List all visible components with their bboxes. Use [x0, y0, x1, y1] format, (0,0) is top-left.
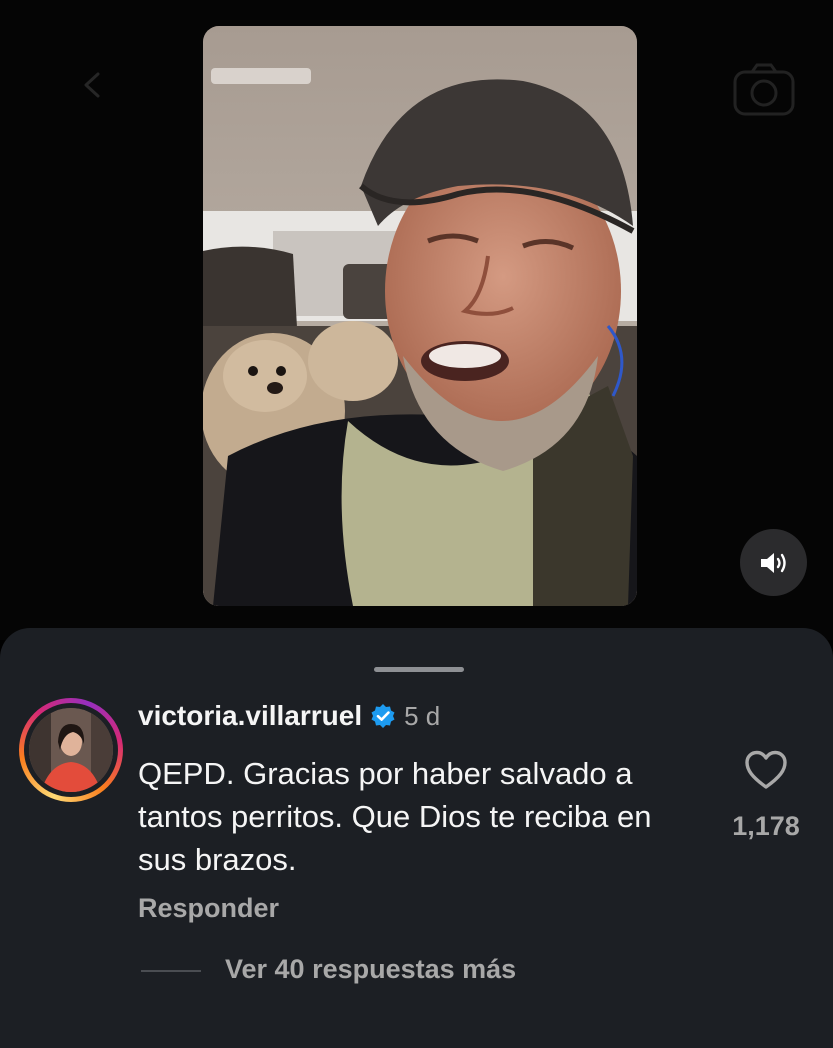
view-replies-button[interactable]: Ver 40 respuestas más: [225, 954, 516, 985]
reply-button[interactable]: Responder: [138, 893, 279, 924]
replies-divider: [141, 970, 201, 972]
camera-icon: [733, 63, 795, 116]
verified-badge-icon: [371, 704, 395, 728]
sheet-drag-handle[interactable]: [374, 667, 464, 672]
avatar-story-ring[interactable]: [19, 698, 123, 802]
video-thumbnail[interactable]: [203, 26, 637, 606]
like-count: 1,178: [732, 811, 800, 841]
comment-timestamp: 5 d: [404, 700, 441, 731]
video-viewer: [0, 0, 833, 640]
heart-icon[interactable]: [744, 749, 788, 791]
speaker-icon: [760, 552, 786, 573]
comment-text: QEPD. Gracias por haber salvado a tantos…: [138, 756, 652, 877]
sound-toggle-button[interactable]: [740, 529, 807, 596]
comment-header: victoria.villarruel 5 d: [138, 700, 440, 732]
chevron-left-icon: [84, 72, 100, 98]
comments-sheet: victoria.villarruel 5 d QEPD. Gracias po…: [0, 628, 833, 1048]
avatar[interactable]: [29, 708, 113, 792]
username-link[interactable]: victoria.villarruel: [138, 700, 362, 732]
